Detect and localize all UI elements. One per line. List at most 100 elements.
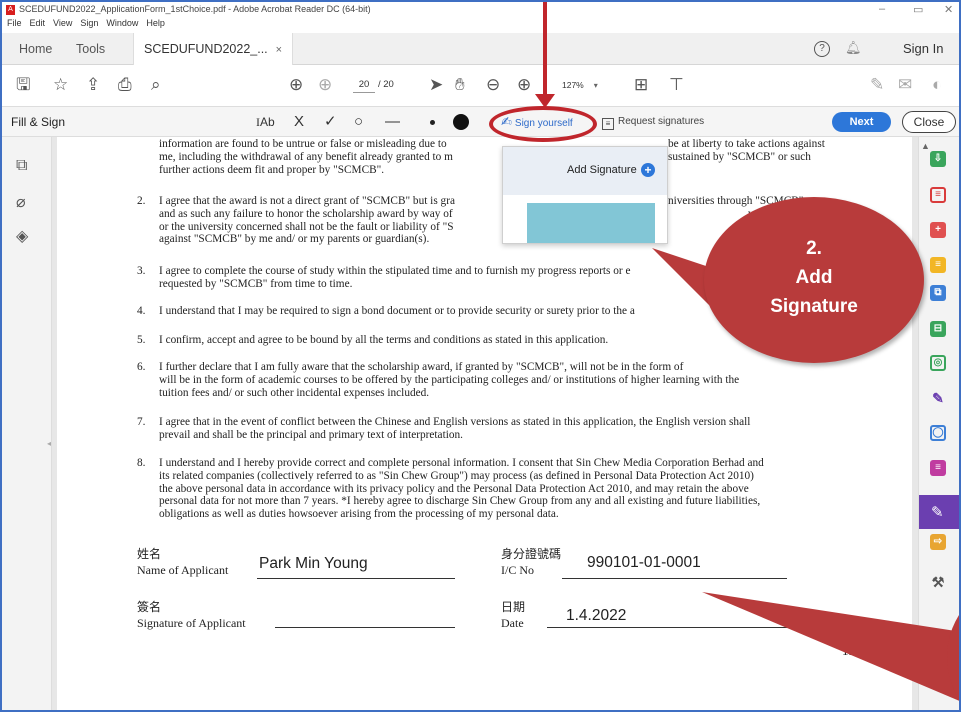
- item-number: 7.: [137, 416, 146, 428]
- item-number: 5.: [137, 334, 146, 346]
- protect-shield-icon[interactable]: ◯: [930, 425, 946, 441]
- name-underline: [257, 578, 455, 579]
- term-item-8: 8. I understand and I hereby provide cor…: [137, 457, 847, 521]
- request-esign-icon[interactable]: ≡: [930, 460, 946, 476]
- callout-text: 2. Add Signature: [704, 234, 924, 321]
- minimize-button[interactable]: –: [879, 3, 885, 15]
- page-layout-icon[interactable]: ⊞: [634, 75, 648, 95]
- text-line: prevail and shall be the principal and p…: [159, 428, 463, 441]
- tab-bar: Home Tools SCEDUFUND2022_... × ? 🔔︎ Sign …: [2, 33, 959, 65]
- tab-tools[interactable]: Tools: [76, 33, 105, 65]
- collapse-panel-icon[interactable]: ◂: [47, 439, 51, 448]
- menu-window[interactable]: Window: [106, 18, 138, 32]
- text-line: obligations as well as duties howsoever …: [159, 508, 559, 521]
- page-thumbnails-icon[interactable]: ⧉: [16, 157, 27, 175]
- hand-tool-icon[interactable]: ✋︎: [455, 75, 465, 95]
- text-line: the above personal data in accordance wi…: [159, 482, 749, 495]
- menu-view[interactable]: View: [53, 18, 72, 32]
- save-icon[interactable]: 🖫︎: [16, 75, 30, 95]
- document-icon: ≡: [602, 118, 614, 130]
- export-pdf-icon[interactable]: ⇩: [930, 151, 946, 167]
- text-line: be at liberty to take actions against: [668, 138, 825, 150]
- left-nav-panel: ⧉ ⌀ ◈ ◂: [2, 137, 52, 710]
- main-toolbar: 🖫︎ ☆ ⇪ ⎙ ⌕ ⊕ ⊕ 20 / 20 ➤ ✋︎ ⊖ ⊕ 127% ▾ ⊞ …: [2, 65, 959, 107]
- line-tool[interactable]: —: [385, 112, 400, 132]
- sign-pen-icon[interactable]: ✎: [870, 75, 884, 95]
- menu-sign[interactable]: Sign: [80, 18, 98, 32]
- close-button[interactable]: Close: [902, 111, 956, 133]
- text-line: I further declare that I am fully aware …: [159, 361, 684, 373]
- circle-tool[interactable]: ○: [354, 112, 363, 132]
- tab-home[interactable]: Home: [19, 33, 52, 65]
- select-cursor-icon[interactable]: ➤: [429, 75, 443, 95]
- acrobat-window: A SCEDUFUND2022_ApplicationForm_1stChoic…: [0, 0, 961, 712]
- ic-number-field[interactable]: 990101-01-0001: [587, 554, 701, 572]
- term-item-7: 7. I agree that in the event of conflict…: [137, 416, 847, 442]
- customize-tools-wrench-icon[interactable]: ⚒︎: [930, 574, 946, 590]
- add-signature-item[interactable]: Add Signature +: [503, 147, 667, 195]
- zoom-out-icon[interactable]: ⊖: [486, 75, 500, 95]
- item-number: 2.: [137, 195, 146, 207]
- next-page-icon[interactable]: ⊕: [318, 75, 332, 95]
- sign-yourself-menu: Add Signature +: [502, 146, 668, 244]
- item-number: 4.: [137, 305, 146, 317]
- item-number: 8.: [137, 457, 146, 469]
- close-window-button[interactable]: ✕: [944, 3, 953, 16]
- scroll-mode-icon[interactable]: ⊤: [669, 75, 684, 95]
- attachments-paperclip-icon[interactable]: ⌀: [16, 192, 26, 212]
- comment-icon[interactable]: ≡: [930, 257, 946, 273]
- pdf-app-icon: A: [6, 5, 15, 15]
- compress-icon[interactable]: ⊟: [930, 321, 946, 337]
- item-number: 6.: [137, 361, 146, 373]
- menu-file[interactable]: File: [7, 18, 22, 32]
- ic-label: I/C No: [501, 563, 534, 577]
- text-line: personal data for not more than 7 years.…: [159, 495, 761, 508]
- tab-document-label: SCEDUFUND2022_...: [144, 42, 268, 56]
- create-pdf-icon[interactable]: +: [930, 222, 946, 238]
- add-text-tool[interactable]: IAb: [256, 112, 275, 132]
- dot-tool[interactable]: [430, 120, 435, 125]
- add-signature-label: Add Signature: [567, 164, 637, 176]
- scroll-up-icon[interactable]: ▲: [921, 141, 930, 151]
- notification-bell-icon[interactable]: 🔔︎: [845, 40, 862, 56]
- zoom-level-dropdown[interactable]: 127% ▾: [562, 77, 598, 94]
- next-button[interactable]: Next: [832, 112, 891, 132]
- search-icon[interactable]: ⌕: [151, 75, 161, 95]
- cross-mark-tool[interactable]: X: [294, 112, 304, 132]
- help-icon[interactable]: ?: [814, 41, 830, 57]
- menu-help[interactable]: Help: [146, 18, 165, 32]
- account-icon[interactable]: ◐: [932, 75, 942, 95]
- name-field[interactable]: Park Min Young: [259, 555, 368, 573]
- menu-edit[interactable]: Edit: [30, 18, 46, 32]
- signature-label-cn: 簽名: [137, 600, 162, 614]
- previous-page-icon[interactable]: ⊕: [289, 75, 303, 95]
- maximize-button[interactable]: ▭: [913, 3, 923, 16]
- print-icon[interactable]: ⎙: [118, 75, 132, 95]
- window-title: SCEDUFUND2022_ApplicationForm_1stChoice.…: [19, 4, 371, 14]
- signature-field[interactable]: [275, 627, 455, 628]
- fill-sign-active-tool[interactable]: ✎: [919, 495, 959, 529]
- combine-files-icon[interactable]: ⧉: [930, 285, 946, 301]
- check-mark-tool[interactable]: ✓: [324, 112, 337, 132]
- layers-icon[interactable]: ◈: [16, 226, 28, 246]
- tab-close-icon[interactable]: ×: [276, 44, 282, 56]
- bookmark-star-icon[interactable]: ☆: [53, 75, 68, 95]
- zoom-in-icon[interactable]: ⊕: [517, 75, 531, 95]
- organize-pages-icon[interactable]: ≡: [930, 187, 946, 203]
- page-number-input[interactable]: 20: [353, 77, 375, 93]
- fill-sign-title: Fill & Sign: [11, 115, 66, 129]
- share-upload-icon[interactable]: ⇪: [86, 75, 100, 95]
- scan-ocr-icon[interactable]: ◎: [930, 355, 946, 371]
- tab-document[interactable]: SCEDUFUND2022_... ×: [133, 33, 294, 65]
- request-signatures-button[interactable]: ≡ Request signatures: [602, 107, 704, 137]
- add-initials-slot[interactable]: [527, 203, 655, 243]
- text-line: its related companies (collectively refe…: [159, 469, 754, 482]
- para-continuation-right: be at liberty to take actions against su…: [668, 138, 868, 164]
- date-field[interactable]: 1.4.2022: [566, 607, 626, 625]
- menu-bar: File Edit View Sign Window Help: [2, 18, 165, 32]
- email-icon[interactable]: ✉: [898, 75, 912, 95]
- sign-in-button[interactable]: Sign In: [903, 33, 943, 65]
- fill-sign-pen-icon[interactable]: ✎: [930, 390, 946, 406]
- more-tools-icon[interactable]: ⇨: [930, 534, 946, 550]
- color-picker[interactable]: [453, 114, 469, 130]
